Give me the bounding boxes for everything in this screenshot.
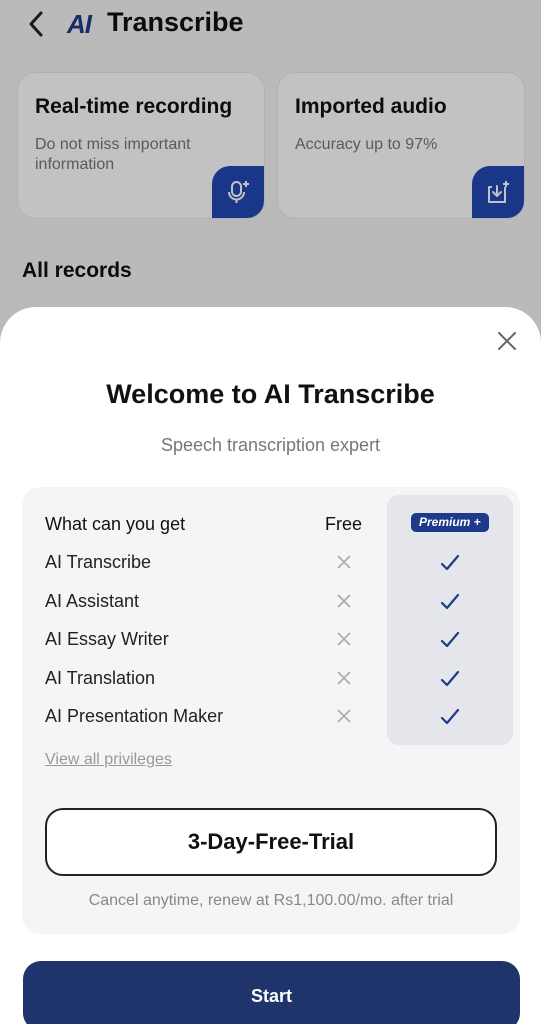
check-icon [438, 591, 462, 613]
header-feature-label: What can you get [45, 514, 186, 534]
feature-label: AI Essay Writer [45, 629, 169, 649]
feature-label: AI Presentation Maker [45, 706, 224, 726]
renewal-note: Cancel anytime, renew at Rs1,100.00/mo. … [88, 892, 454, 909]
cross-icon [334, 630, 354, 648]
comparison-panel: What can you get Free Premium + AI Trans… [22, 487, 520, 934]
cross-icon [334, 669, 354, 687]
table-row: AI Transcribe [22, 543, 520, 581]
check-icon [438, 629, 462, 651]
premium-badge: Premium + [411, 513, 489, 532]
start-button[interactable]: Start [23, 961, 520, 1024]
free-trial-button[interactable]: 3-Day-Free-Trial [45, 808, 497, 876]
close-icon [498, 332, 516, 350]
close-button[interactable] [495, 329, 519, 353]
feature-label: AI Transcribe [45, 552, 152, 572]
table-header-row: What can you get Free Premium + [22, 505, 520, 543]
feature-label: AI Assistant [45, 591, 140, 611]
cross-icon [334, 707, 354, 725]
view-all-privileges-link[interactable]: View all privileges [45, 751, 172, 769]
sheet-subtitle: Speech transcription expert [160, 435, 381, 455]
table-row: AI Translation [22, 659, 520, 697]
table-row: AI Essay Writer [22, 620, 520, 658]
check-icon [438, 706, 462, 728]
table-row: AI Presentation Maker [22, 697, 520, 735]
sheet-title: Welcome to AI Transcribe [106, 379, 435, 409]
check-icon [438, 668, 462, 690]
header-free-label: Free [325, 514, 363, 534]
welcome-sheet: Welcome to AI Transcribe Speech transcri… [0, 307, 541, 1024]
feature-label: AI Translation [45, 668, 156, 688]
check-icon [438, 552, 462, 574]
cross-icon [334, 592, 354, 610]
table-row: AI Assistant [22, 582, 520, 620]
cross-icon [334, 553, 354, 571]
